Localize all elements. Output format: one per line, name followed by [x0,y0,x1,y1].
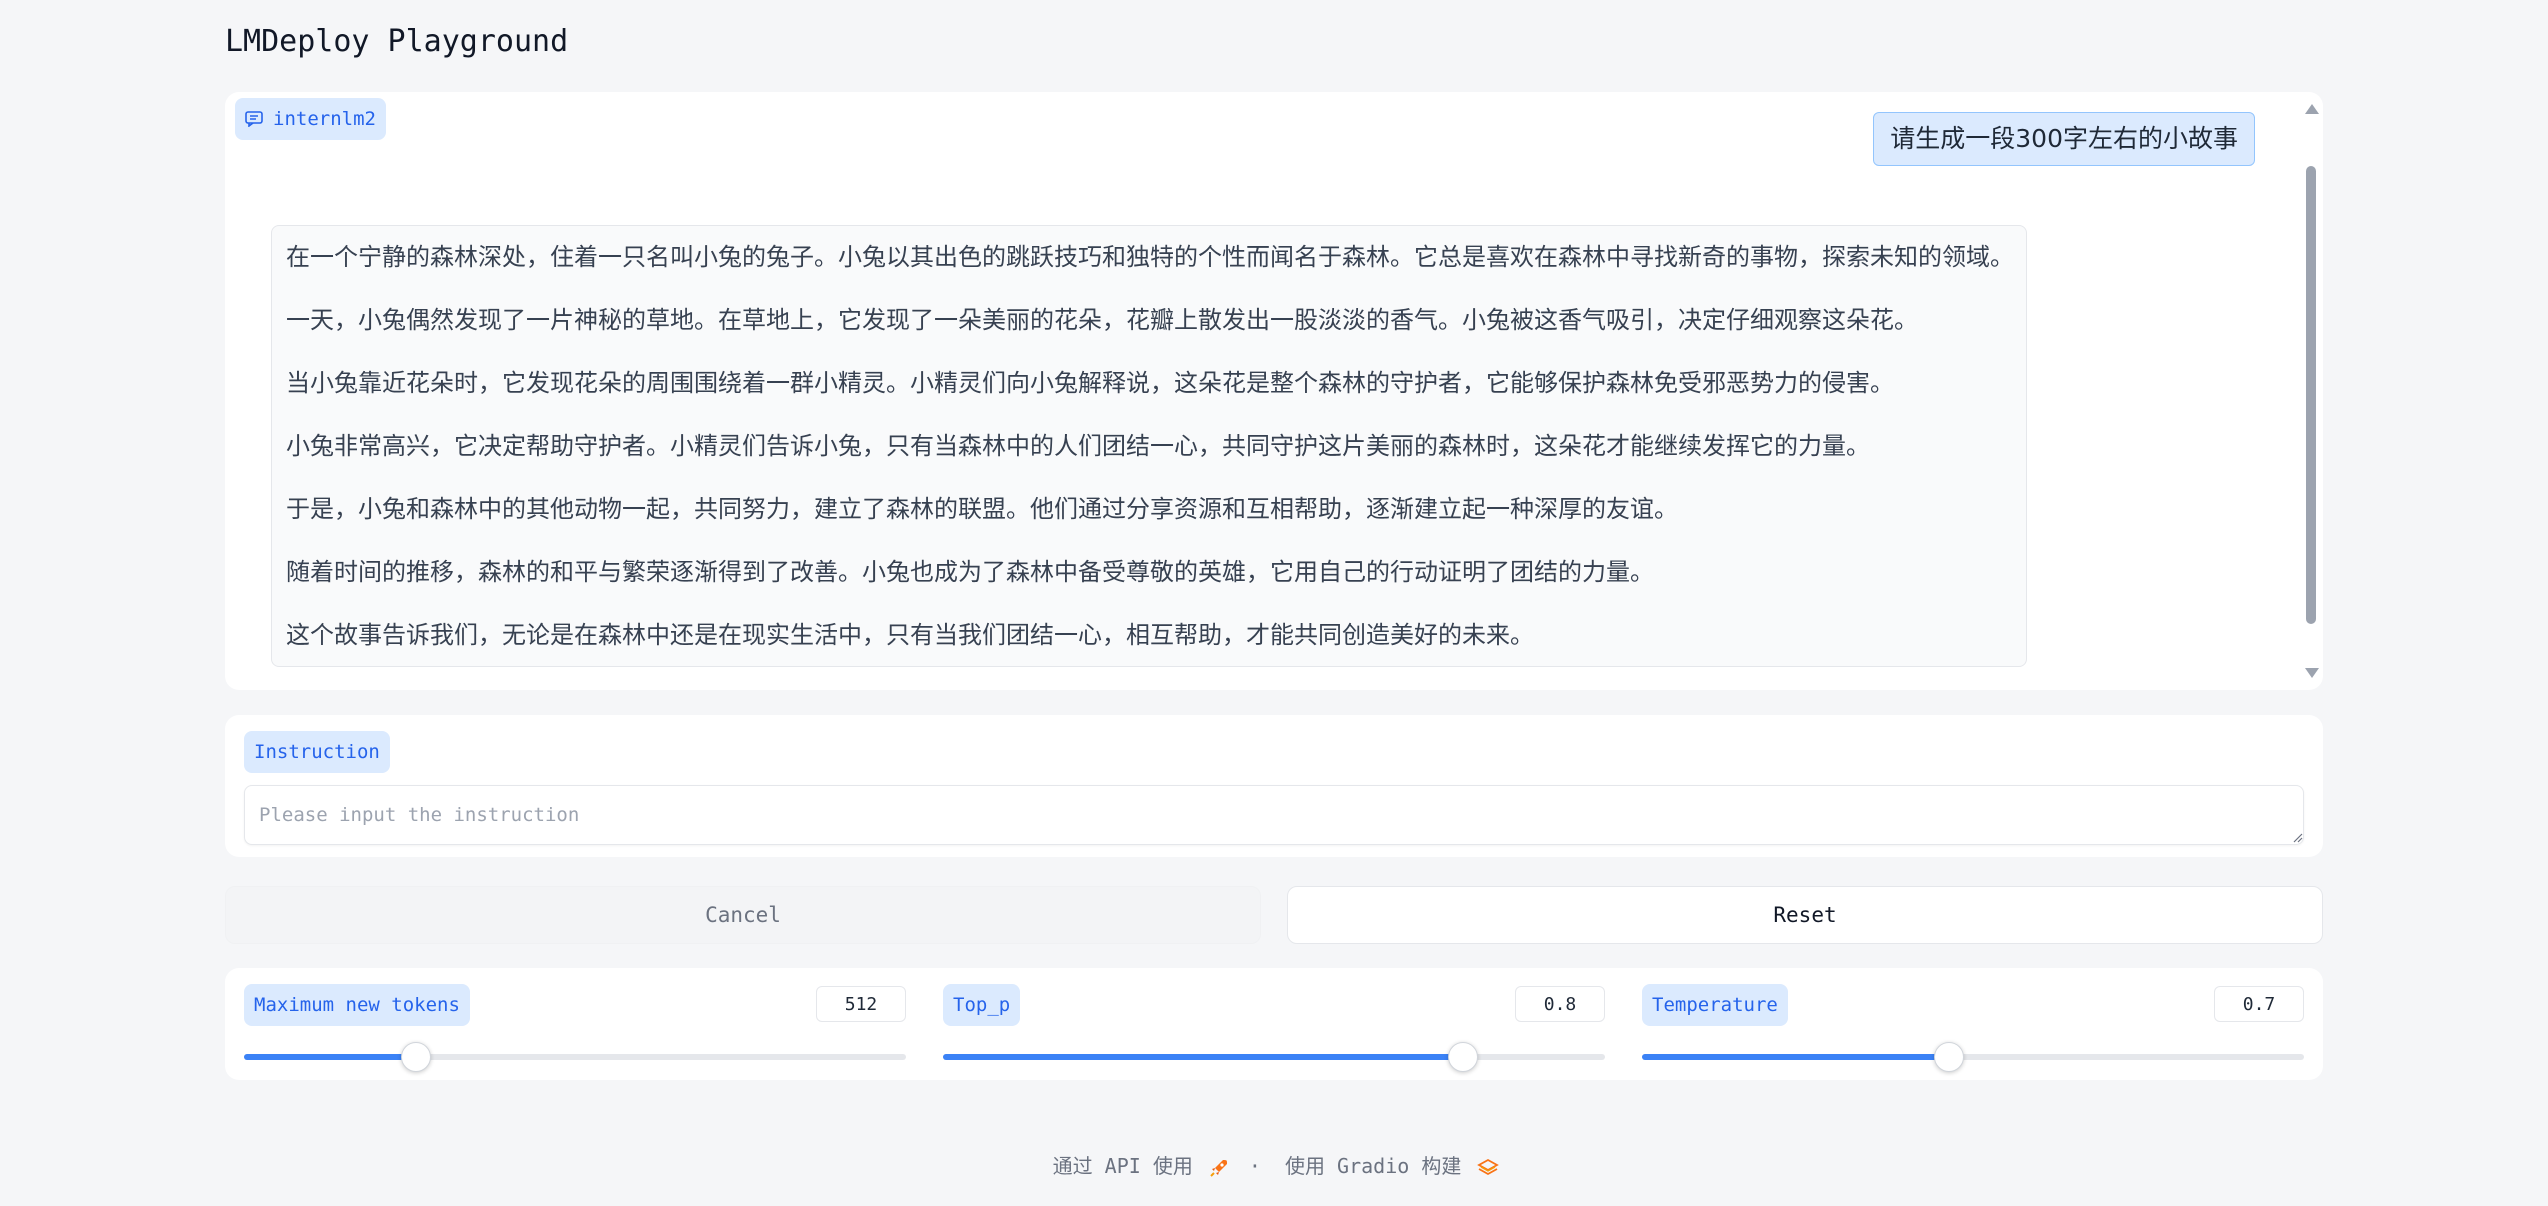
max-new-tokens-slider[interactable] [244,1042,906,1072]
page-title: LMDeploy Playground [225,24,569,59]
chat-scrollbar[interactable] [2303,98,2319,684]
max-new-tokens-label: Maximum new tokens [244,984,470,1026]
max-new-tokens-control: Maximum new tokens 512 [244,984,906,1074]
gradio-link[interactable]: 使用 Gradio 构建 [1281,1154,1500,1178]
scroll-down-arrow-icon[interactable] [2305,668,2319,678]
slider-fill [1642,1054,1949,1060]
instruction-panel: Instruction [225,715,2323,857]
chatbot-label-text: internlm2 [273,108,376,130]
footer: 通过 API 使用 · 使用 Gradio 构建 [0,1150,2548,1179]
temperature-control: Temperature 0.7 [1642,984,2304,1074]
assistant-paragraph: 小兔非常高兴，它决定帮助守护者。小精灵们告诉小兔，只有当森林中的人们团结一心，共… [286,432,1870,460]
assistant-message: 在一个宁静的森林深处，住着一只名叫小兔的兔子。小兔以其出色的跳跃技巧和独特的个性… [271,225,2027,667]
temperature-label-text: Temperature [1652,994,1778,1016]
max-new-tokens-label-text: Maximum new tokens [254,994,460,1016]
assistant-paragraph: 随着时间的推移，森林的和平与繁荣逐渐得到了改善。小兔也成为了森林中备受尊敬的英雄… [286,558,1654,586]
temperature-input[interactable]: 0.7 [2214,986,2304,1022]
user-message: 请生成一段300字左右的小故事 [1873,112,2255,166]
top-p-label: Top_p [943,984,1021,1026]
instruction-input[interactable] [244,785,2304,845]
temperature-slider[interactable] [1642,1042,2304,1072]
chatbot-panel: internlm2 请生成一段300字左右的小故事 在一个宁静的森林深处，住着一… [225,92,2323,690]
assistant-paragraph: 这个故事告诉我们，无论是在森林中还是在现实生活中，只有当我们团结一心，相互帮助，… [286,621,1534,649]
top-p-control: Top_p 0.8 [943,984,1605,1074]
top-p-slider[interactable] [943,1042,1605,1072]
slider-fill [244,1054,417,1060]
assistant-paragraph: 一天，小兔偶然发现了一片神秘的草地。在草地上，它发现了一朵美丽的花朵，花瓣上散发… [286,306,1918,334]
chatbot-label: internlm2 [235,98,386,140]
assistant-paragraph: 在一个宁静的森林深处，住着一只名叫小兔的兔子。小兔以其出色的跳跃技巧和独特的个性… [286,243,2014,271]
cancel-button[interactable]: Cancel [225,886,1261,944]
top-p-label-text: Top_p [953,994,1011,1016]
gradio-logo-icon [1477,1158,1500,1175]
scroll-up-arrow-icon[interactable] [2305,104,2319,114]
parameters-panel: Maximum new tokens 512 Top_p 0.8 Tempera… [225,968,2323,1080]
slider-thumb[interactable] [401,1042,432,1072]
reset-button[interactable]: Reset [1287,886,2323,944]
slider-fill [943,1054,1463,1060]
rocket-icon [1210,1159,1227,1177]
assistant-paragraph: 于是，小兔和森林中的其他动物一起，共同努力，建立了森林的联盟。他们通过分享资源和… [286,495,1678,523]
max-new-tokens-input[interactable]: 512 [816,986,906,1022]
temperature-label: Temperature [1642,984,1788,1026]
instruction-label: Instruction [244,731,390,773]
footer-separator: · [1248,1154,1261,1178]
instruction-label-text: Instruction [254,741,380,763]
resize-handle-icon[interactable] [2293,833,2303,843]
top-p-input[interactable]: 0.8 [1515,986,1605,1022]
api-link[interactable]: 通过 API 使用 [1049,1154,1241,1178]
assistant-paragraph: 当小兔靠近花朵时，它发现花朵的周围围绕着一群小精灵。小精灵们向小兔解释说，这朵花… [286,369,1894,397]
slider-thumb[interactable] [1447,1042,1478,1072]
api-link-text[interactable]: 通过 API 使用 [1053,1154,1193,1178]
chat-bubble-icon [245,111,263,127]
slider-thumb[interactable] [1933,1042,1964,1072]
gradio-link-text[interactable]: 使用 Gradio 构建 [1285,1154,1461,1178]
scroll-thumb[interactable] [2306,166,2316,624]
